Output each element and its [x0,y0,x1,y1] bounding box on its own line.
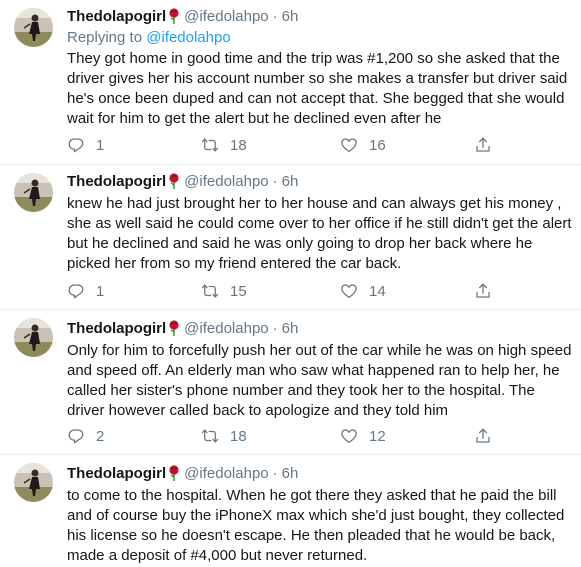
tweet-header: Thedolapogirl @ifedolahpo · 6h [67,318,573,340]
tweet-header: Thedolapogirl @ifedolahpo · 6h [67,6,573,28]
reply-icon [68,138,84,153]
separator-dot: · [272,320,278,337]
display-name[interactable]: Thedolapogirl [67,465,166,482]
avatar-photo-icon [14,463,53,502]
tweet-text: They got home in good time and the trip … [67,50,568,127]
like-button[interactable]: 14 [340,280,386,302]
display-name[interactable]: Thedolapogirl [67,320,166,337]
replying-to-label: Replying to [67,29,147,46]
avatar-photo-icon [14,318,53,357]
tweet-actions: 1 18 16 [0,134,581,156]
tweet-actions: 1 15 14 [0,280,581,302]
display-name[interactable]: Thedolapogirl [67,8,166,25]
rose-emoji-icon [168,465,180,481]
share-button[interactable] [474,280,492,302]
rose-emoji-icon [168,173,180,189]
timestamp[interactable]: 6h [282,465,299,482]
user-handle[interactable]: @ifedolahpo [184,320,268,337]
user-handle[interactable]: @ifedolahpo [184,465,268,482]
like-icon [341,429,357,444]
like-count: 12 [369,427,386,445]
avatar[interactable] [14,318,53,357]
replying-to-link[interactable]: @ifedolahpo [146,29,230,46]
tweet-text: knew he had just brought her to her hous… [67,195,572,272]
tweet-actions: 2 18 12 [0,425,581,447]
like-icon [341,284,357,299]
reply-icon [68,429,84,444]
share-button[interactable] [474,425,492,447]
like-button[interactable]: 12 [340,425,386,447]
separator-dot: · [272,465,278,482]
reply-button[interactable]: 1 [67,134,104,156]
avatar-photo-icon [14,8,53,47]
retweet-count: 18 [230,136,247,154]
tweet[interactable]: Thedolapogirl @ifedolahpo · 6h to come to t… [0,456,581,567]
retweet-icon [201,138,219,152]
reply-button[interactable]: 2 [67,425,104,447]
rose-emoji-icon [168,320,180,336]
retweet-button[interactable]: 18 [201,134,247,156]
user-handle[interactable]: @ifedolahpo [184,8,268,25]
tweet-header: Thedolapogirl @ifedolahpo · 6h [67,463,573,485]
share-icon [476,428,490,443]
rose-emoji-icon [168,8,180,24]
retweet-icon [201,284,219,298]
reply-count: 1 [96,282,105,300]
retweet-button[interactable]: 18 [201,425,247,447]
tweet[interactable]: Thedolapogirl @ifedolahpo · 6h knew he had … [0,166,581,310]
like-button[interactable]: 16 [340,134,386,156]
reply-count: 2 [96,427,105,445]
reply-icon [68,284,84,299]
user-handle[interactable]: @ifedolahpo [184,173,268,190]
tweet[interactable]: Thedolapogirl @ifedolahpo · 6h Replying to … [0,0,581,165]
retweet-icon [201,429,219,443]
avatar-photo-icon [14,173,53,212]
tweet-text: to come to the hospital. When he got the… [67,487,565,564]
like-count: 16 [369,136,386,154]
like-count: 14 [369,282,386,300]
share-button[interactable] [474,134,492,156]
timestamp[interactable]: 6h [282,8,299,25]
retweet-button[interactable]: 15 [201,280,247,302]
share-icon [476,137,490,152]
tweet-header: Thedolapogirl @ifedolahpo · 6h [67,171,573,193]
avatar[interactable] [14,463,53,502]
reply-button[interactable]: 1 [67,280,104,302]
timestamp[interactable]: 6h [282,320,299,337]
tweet[interactable]: Thedolapogirl @ifedolahpo · 6h Only for him… [0,311,581,455]
retweet-count: 15 [230,282,247,300]
like-icon [341,138,357,153]
avatar[interactable] [14,173,53,212]
display-name[interactable]: Thedolapogirl [67,173,166,190]
retweet-count: 18 [230,427,247,445]
tweet-text: Only for him to forcefully push her out … [67,342,572,419]
avatar[interactable] [14,8,53,47]
separator-dot: · [272,8,278,25]
timestamp[interactable]: 6h [282,173,299,190]
replying-to: Replying to @ifedolahpo [67,28,573,48]
share-icon [476,283,490,298]
reply-count: 1 [96,136,105,154]
separator-dot: · [272,173,278,190]
